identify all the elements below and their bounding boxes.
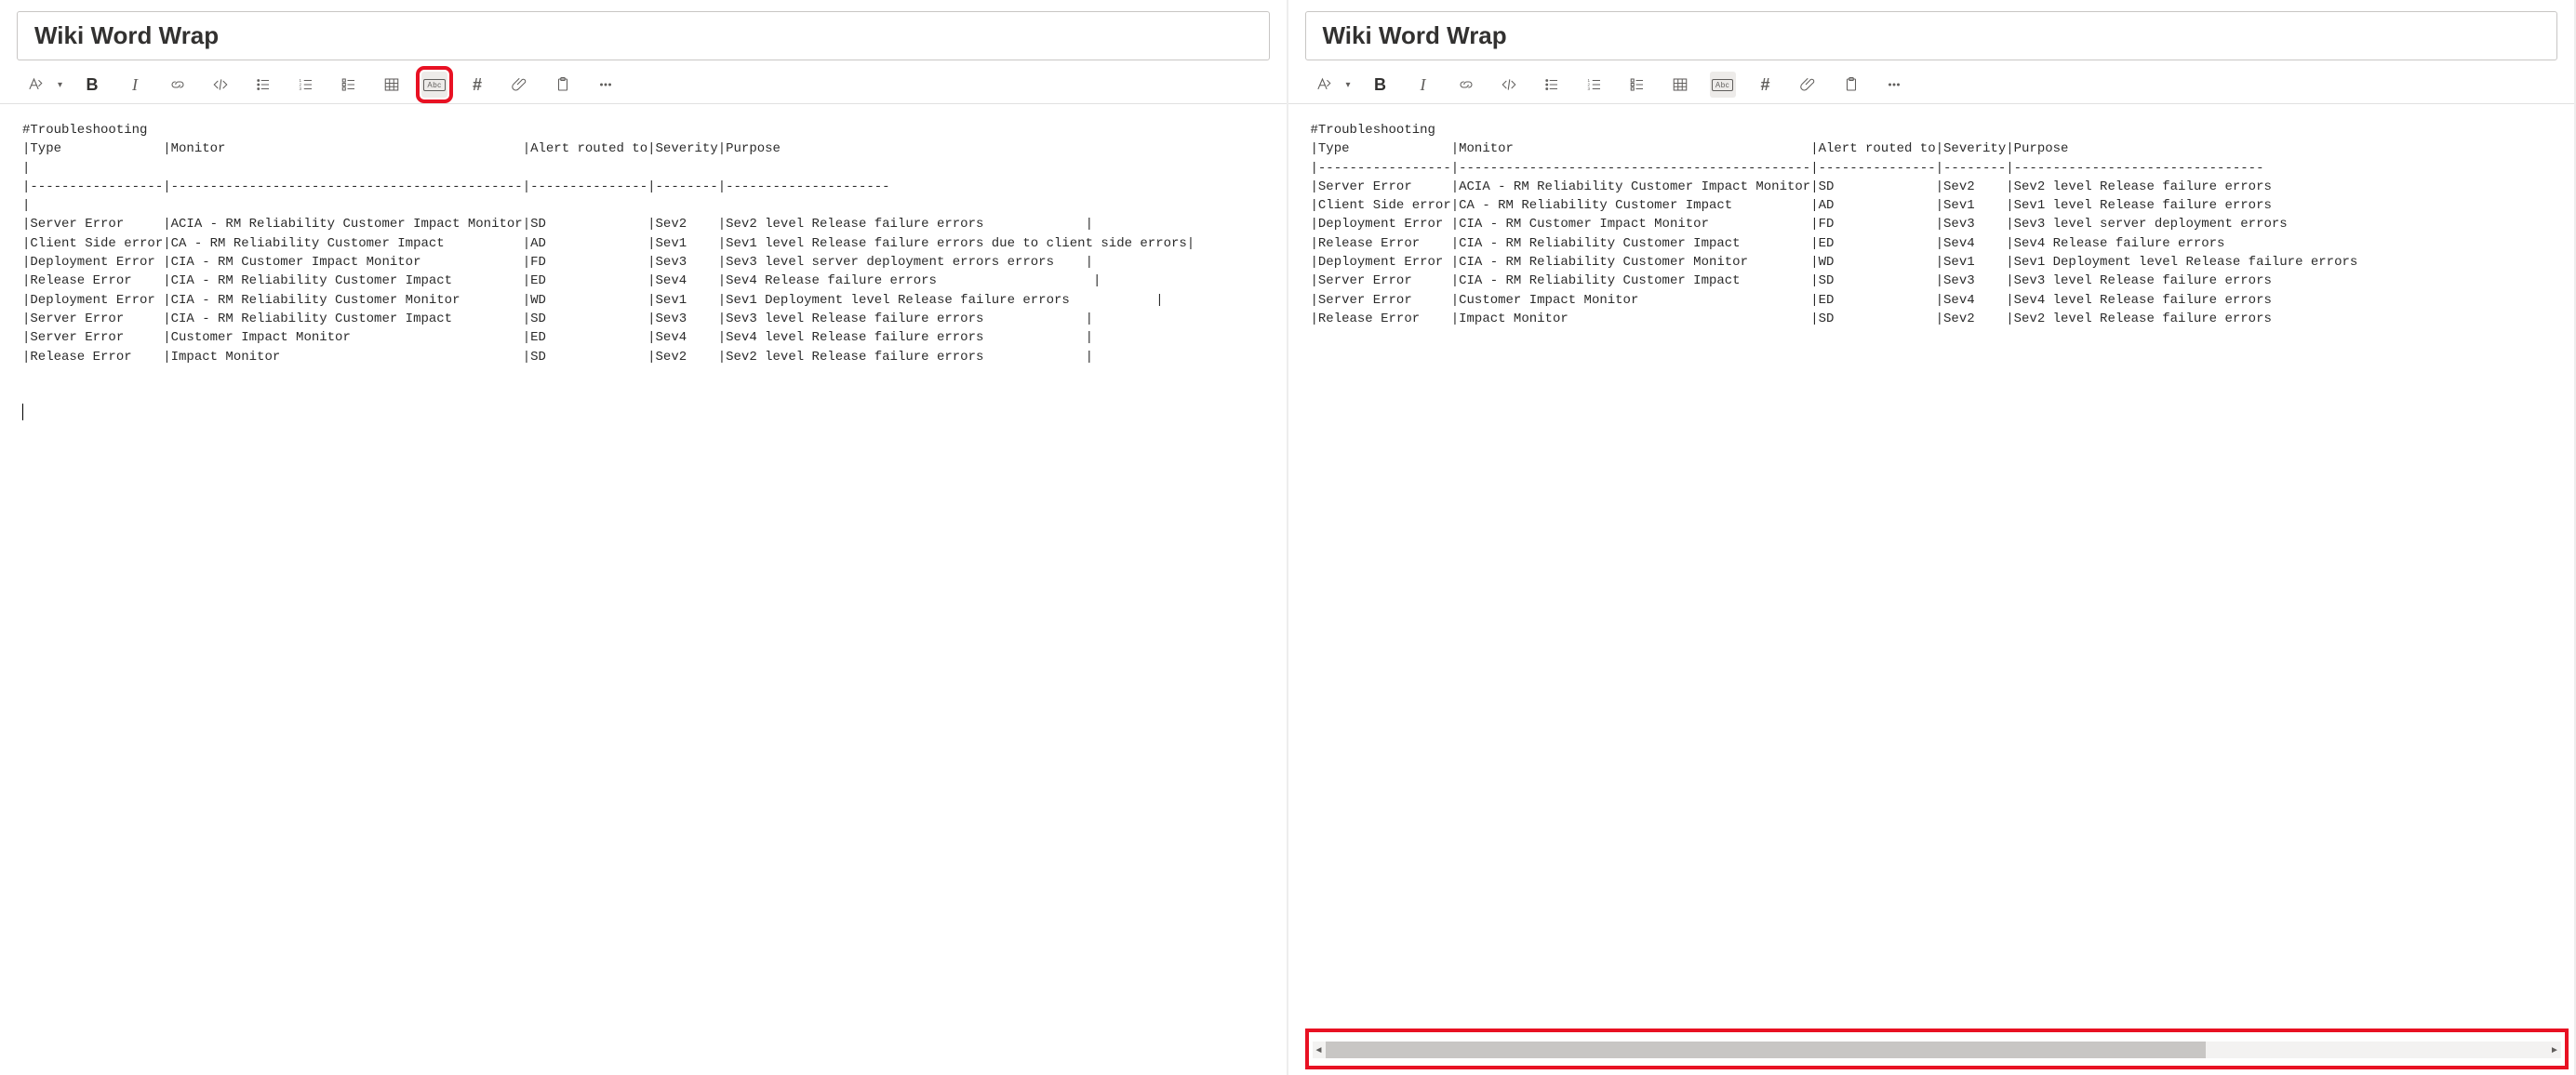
link-button[interactable] — [165, 72, 191, 98]
checklist-button[interactable] — [336, 72, 362, 98]
left-pane: Wiki Word Wrap ▾ B I 123 Abc # — [0, 0, 1288, 1075]
format-button[interactable] — [1311, 72, 1337, 98]
attach-button[interactable] — [507, 72, 533, 98]
checklist-button[interactable] — [1624, 72, 1650, 98]
table-button[interactable] — [1667, 72, 1693, 98]
numbered-list-button[interactable]: 123 — [293, 72, 319, 98]
editor-wrapped[interactable]: #Troubleshooting |Type |Monitor |Alert r… — [0, 104, 1287, 1075]
code-button[interactable] — [207, 72, 234, 98]
editor-nowrap[interactable]: #Troubleshooting |Type |Monitor |Alert r… — [1288, 104, 2575, 1075]
more-button[interactable] — [1881, 72, 1907, 98]
word-wrap-button[interactable]: Abc — [1710, 72, 1736, 98]
numbered-list-button[interactable]: 123 — [1582, 72, 1608, 98]
scroll-right-arrow-icon[interactable]: ► — [2548, 1045, 2561, 1055]
word-wrap-button[interactable]: Abc — [421, 72, 447, 98]
wrap-icon: Abc — [423, 79, 445, 91]
editor-content: #Troubleshooting |Type |Monitor |Alert r… — [22, 123, 1195, 365]
editor-content: #Troubleshooting |Type |Monitor |Alert r… — [1311, 123, 2358, 326]
attach-button[interactable] — [1795, 72, 1822, 98]
scroll-track[interactable] — [1326, 1042, 2549, 1058]
toolbar: ▾ B I 123 Abc # — [1288, 68, 2575, 104]
page-title: Wiki Word Wrap — [1323, 21, 2541, 50]
page-title: Wiki Word Wrap — [34, 21, 1252, 50]
text-cursor — [22, 404, 23, 420]
table-button[interactable] — [379, 72, 405, 98]
code-button[interactable] — [1496, 72, 1522, 98]
right-pane: Wiki Word Wrap ▾ B I 123 Abc # — [1288, 0, 2576, 1075]
bold-button[interactable]: B — [79, 72, 105, 98]
bullet-list-button[interactable] — [1539, 72, 1565, 98]
mention-button[interactable]: # — [464, 72, 490, 98]
title-bar[interactable]: Wiki Word Wrap — [1305, 11, 2558, 60]
format-button[interactable] — [22, 72, 48, 98]
svg-text:3: 3 — [1587, 86, 1590, 91]
horizontal-scrollbar[interactable]: ◄ ► — [1313, 1042, 2562, 1058]
mention-button[interactable]: # — [1753, 72, 1779, 98]
italic-button[interactable]: I — [122, 72, 148, 98]
italic-button[interactable]: I — [1410, 72, 1436, 98]
paste-button[interactable] — [550, 72, 576, 98]
paste-button[interactable] — [1838, 72, 1864, 98]
bullet-list-button[interactable] — [250, 72, 276, 98]
bold-button[interactable]: B — [1368, 72, 1394, 98]
toolbar: ▾ B I 123 Abc # — [0, 68, 1287, 104]
chevron-down-icon: ▾ — [58, 80, 62, 90]
scroll-left-arrow-icon[interactable]: ◄ — [1313, 1045, 1326, 1055]
title-bar[interactable]: Wiki Word Wrap — [17, 11, 1270, 60]
more-button[interactable] — [593, 72, 619, 98]
link-button[interactable] — [1453, 72, 1479, 98]
scroll-thumb[interactable] — [1326, 1042, 2206, 1058]
svg-text:3: 3 — [300, 86, 302, 91]
wrap-icon: Abc — [1712, 79, 1733, 91]
chevron-down-icon: ▾ — [1346, 80, 1351, 90]
